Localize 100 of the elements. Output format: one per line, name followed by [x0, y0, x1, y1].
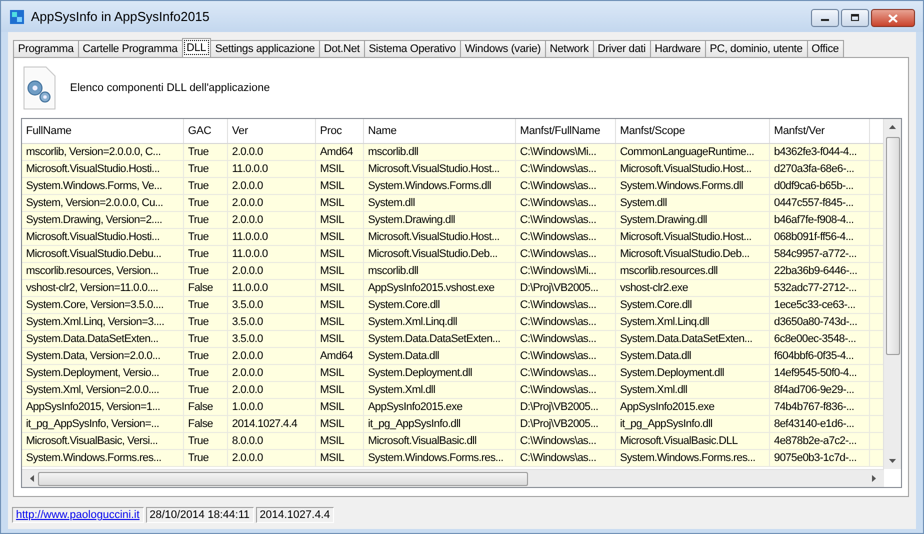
website-link[interactable]: http://www.paologuccini.it: [12, 507, 144, 523]
table-cell: 11.0.0.0: [228, 229, 316, 245]
table-cell: f604bbf6-0f35-4...: [770, 348, 870, 364]
table-cell: C:\Windows\Mi...: [516, 144, 616, 160]
table-cell: C:\Windows\as...: [516, 212, 616, 228]
table-cell: MSIL: [316, 314, 364, 330]
table-cell: C:\Windows\as...: [516, 331, 616, 347]
table-cell: 3.5.0.0: [228, 314, 316, 330]
table-cell: System.Windows.Forms.res...: [364, 450, 516, 466]
table-cell: MSIL: [316, 263, 364, 279]
status-version: 2014.1027.4.4: [256, 507, 334, 523]
table-cell: True: [184, 314, 228, 330]
table-cell: System.Xml.Linq.dll: [364, 314, 516, 330]
table-cell: D:\Proj\VB2005...: [516, 416, 616, 432]
tab[interactable]: Cartelle Programma: [78, 40, 182, 57]
table-cell: System.Windows.Forms.res...: [616, 450, 770, 466]
table-cell: 11.0.0.0: [228, 280, 316, 296]
table-cell: C:\Windows\as...: [516, 348, 616, 364]
vertical-scrollbar[interactable]: [883, 119, 901, 469]
table-cell: Microsoft.VisualStudio.Hosti...: [22, 161, 184, 177]
table-cell: System.Core.dll: [364, 297, 516, 313]
table-cell: Microsoft.VisualBasic.DLL: [616, 433, 770, 449]
table-cell: D:\Proj\VB2005...: [516, 280, 616, 296]
tab[interactable]: Programma: [13, 40, 79, 57]
table-cell: 0447c557-f845-...: [770, 195, 870, 211]
table-cell: AppSysInfo2015, Version=1...: [22, 399, 184, 415]
table-cell: System.Drawing.dll: [616, 212, 770, 228]
table-cell: AppSysInfo2015.exe: [616, 399, 770, 415]
tab[interactable]: Office: [806, 40, 844, 57]
table-cell: System.Xml, Version=2.0.0....: [22, 382, 184, 398]
tab[interactable]: DLL: [182, 38, 212, 57]
table-cell: System.Windows.Forms.res...: [22, 450, 184, 466]
horizontal-scrollbar[interactable]: [22, 469, 884, 487]
table-cell: System.Deployment.dll: [616, 365, 770, 381]
table-cell: True: [184, 212, 228, 228]
tab[interactable]: PC, dominio, utente: [704, 40, 808, 57]
maximize-button[interactable]: [841, 9, 869, 27]
scroll-up-icon[interactable]: [889, 125, 896, 129]
table-cell: 3.5.0.0: [228, 331, 316, 347]
tab[interactable]: Windows (varie): [460, 40, 546, 57]
table-cell: System.Windows.Forms.dll: [616, 178, 770, 194]
table-cell: MSIL: [316, 416, 364, 432]
table-cell: 2.0.0.0: [228, 382, 316, 398]
table-cell: Microsoft.VisualBasic, Versi...: [22, 433, 184, 449]
close-button[interactable]: [871, 9, 915, 27]
table-cell: mscorlib.resources, Version...: [22, 263, 184, 279]
table-cell: 532adc77-2712-...: [770, 280, 870, 296]
table-cell: 11.0.0.0: [228, 246, 316, 262]
table-cell: System, Version=2.0.0.0, Cu...: [22, 195, 184, 211]
table-cell: Microsoft.VisualStudio.Host...: [364, 161, 516, 177]
table-cell: 2.0.0.0: [228, 348, 316, 364]
minimize-button[interactable]: [811, 9, 839, 27]
table-cell: System.Deployment, Versio...: [22, 365, 184, 381]
table-cell: System.Deployment.dll: [364, 365, 516, 381]
table-cell: True: [184, 382, 228, 398]
table-cell: True: [184, 263, 228, 279]
scroll-left-icon[interactable]: [30, 475, 34, 482]
gear-document-icon: [22, 66, 56, 110]
table-cell: mscorlib, Version=2.0.0.0, C...: [22, 144, 184, 160]
tab[interactable]: Network: [544, 40, 594, 57]
table-cell: True: [184, 331, 228, 347]
table-cell: System.Xml.Linq, Version=3....: [22, 314, 184, 330]
table-cell: Microsoft.VisualStudio.Host...: [616, 229, 770, 245]
scrollbar-thumb[interactable]: [38, 472, 528, 486]
table-cell: MSIL: [316, 161, 364, 177]
table-cell: C:\Windows\as...: [516, 433, 616, 449]
scroll-down-icon[interactable]: [889, 459, 896, 463]
table-cell: True: [184, 365, 228, 381]
table-cell: System.Xml.dll: [364, 382, 516, 398]
tab[interactable]: Sistema Operativo: [364, 40, 461, 57]
table-cell: True: [184, 246, 228, 262]
table-cell: System.Drawing.dll: [364, 212, 516, 228]
maximize-icon: [850, 14, 860, 22]
table-cell: System.Data.DataSetExten...: [616, 331, 770, 347]
table-cell: MSIL: [316, 450, 364, 466]
table-cell: AppSysInfo2015.exe: [364, 399, 516, 415]
table-cell: it_pg_AppSysInfo.dll: [364, 416, 516, 432]
table-cell: True: [184, 195, 228, 211]
table-cell: 2.0.0.0: [228, 195, 316, 211]
tab[interactable]: Hardware: [650, 40, 706, 57]
table-cell: MSIL: [316, 297, 364, 313]
table-cell: System.Windows.Forms, Ve...: [22, 178, 184, 194]
table-cell: it_pg_AppSysInfo.dll: [616, 416, 770, 432]
table-cell: Microsoft.VisualStudio.Host...: [364, 229, 516, 245]
table-cell: C:\Windows\as...: [516, 450, 616, 466]
scroll-right-icon[interactable]: [872, 475, 876, 482]
table-cell: D:\Proj\VB2005...: [516, 399, 616, 415]
status-datetime: 28/10/2014 18:44:11: [146, 507, 254, 523]
table-cell: True: [184, 433, 228, 449]
table-cell: Microsoft.VisualBasic.dll: [364, 433, 516, 449]
table-cell: True: [184, 297, 228, 313]
table-cell: b46af7fe-f908-4...: [770, 212, 870, 228]
table-cell: d270a3fa-68e6-...: [770, 161, 870, 177]
tab[interactable]: Settings applicazione: [210, 40, 320, 57]
tab[interactable]: Driver dati: [592, 40, 651, 57]
table-cell: 584c9957-a772-...: [770, 246, 870, 262]
tab[interactable]: Dot.Net: [318, 40, 365, 57]
scrollbar-thumb[interactable]: [886, 137, 900, 355]
table-cell: 14ef9545-50f0-4...: [770, 365, 870, 381]
table-cell: True: [184, 178, 228, 194]
